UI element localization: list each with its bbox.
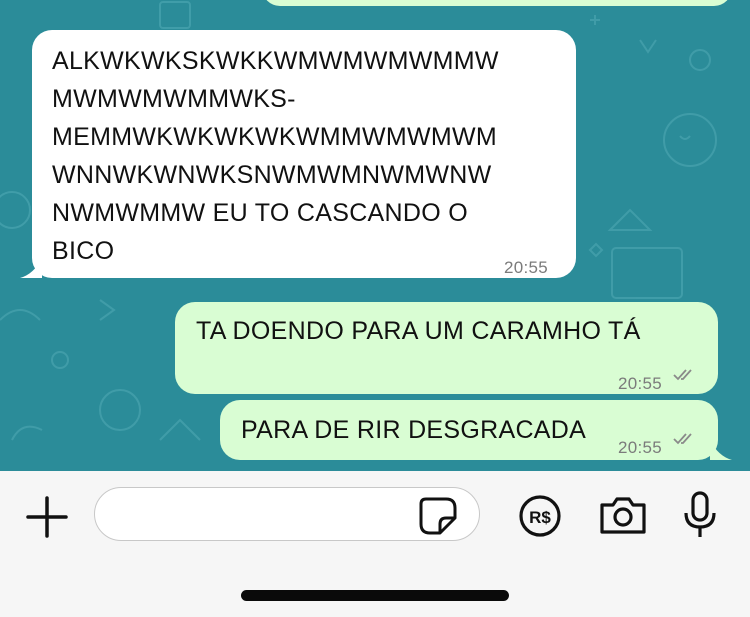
outgoing-bubble-tail [710, 440, 732, 460]
plus-icon[interactable] [24, 494, 70, 540]
message-time: 20:55 [618, 438, 663, 457]
double-check-icon [673, 433, 692, 445]
message-text: TA DOENDO PARA UM CARAMHO TÁ [196, 317, 641, 345]
chat-area[interactable]: ALKWKWKSKWKKWMWMWMWMMW MWMWMWMMWKS- MEMM… [0, 0, 750, 471]
message-time: 20:55 [504, 258, 549, 277]
microphone-icon[interactable] [682, 490, 718, 540]
message-text: ALKWKWKSKWKKWMWMWMWMMW MWMWMWMMWKS- MEMM… [52, 47, 499, 265]
home-indicator[interactable] [241, 590, 509, 601]
double-check-icon [673, 369, 692, 381]
svg-text:R$: R$ [529, 508, 551, 527]
outgoing-message-bubble[interactable]: TA DOENDO PARA UM CARAMHO TÁ 20:55 [175, 302, 718, 394]
outgoing-message-bubble[interactable]: PARA DE RIR DESGRACADA 20:55 [220, 400, 718, 460]
previous-outgoing-bubble [262, 0, 732, 6]
sticker-icon[interactable] [418, 496, 458, 536]
brazilian-real-payment-icon[interactable]: R$ [518, 494, 562, 538]
message-time: 20:55 [618, 374, 663, 393]
incoming-message-bubble[interactable]: ALKWKWKSKWKKWMWMWMWMMW MWMWMWMMWKS- MEMM… [32, 30, 576, 278]
incoming-bubble-tail [20, 258, 42, 278]
message-text: PARA DE RIR DESGRACADA [241, 416, 587, 444]
camera-icon[interactable] [598, 494, 648, 536]
